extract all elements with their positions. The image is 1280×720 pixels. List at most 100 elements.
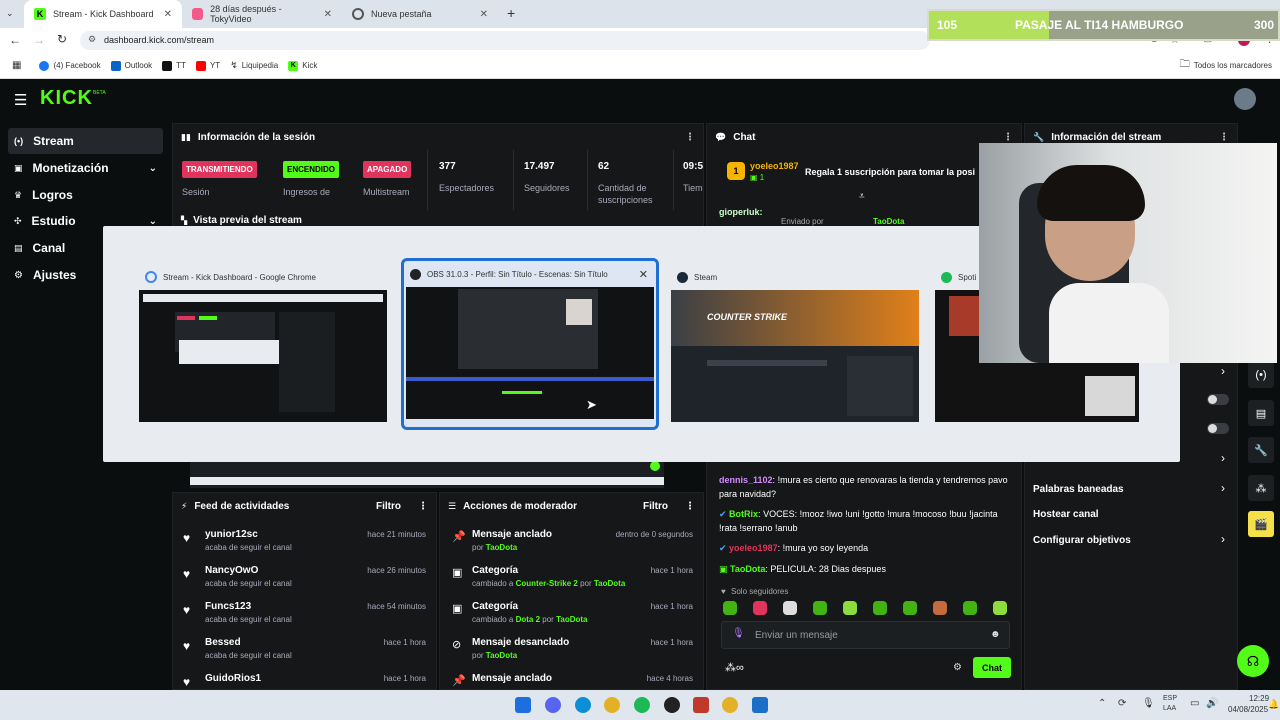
tray-chevron-icon[interactable]: ⌃	[1098, 698, 1106, 709]
all-bookmarks[interactable]: 🗀 Todos los marcadores	[1180, 57, 1272, 74]
more-options-icon[interactable]: ⋮	[685, 501, 695, 512]
start-icon[interactable]	[515, 697, 531, 713]
emote-icon[interactable]	[963, 601, 977, 615]
bookmark-facebook[interactable]: (4) Facebook	[39, 60, 101, 71]
switcher-window-steam[interactable]: Steam COUNTER STRIKE	[671, 264, 921, 424]
mod-detail-name[interactable]: TaoDota	[486, 651, 517, 660]
back-icon[interactable]: ←	[9, 33, 21, 47]
rail-broadcast-button[interactable]: (•)	[1248, 362, 1274, 388]
sidebar-item-stream[interactable]: (•) Stream	[8, 128, 163, 154]
bookmark-outlook[interactable]: Outlook	[110, 60, 152, 71]
chat-username[interactable]: dennis_1102	[719, 475, 773, 485]
send-chat-button[interactable]: Chat	[973, 657, 1011, 678]
edge-icon[interactable]	[575, 697, 591, 713]
chat-settings-icon[interactable]: ⚙	[953, 662, 962, 673]
bookmark-yt[interactable]: YT	[195, 60, 220, 71]
mod-detail-name[interactable]: TaoDota	[486, 543, 517, 552]
more-options-icon[interactable]: ⋮	[1219, 132, 1229, 143]
emote-icon[interactable]	[873, 601, 887, 615]
obs-icon[interactable]	[664, 697, 680, 713]
emote-icon[interactable]	[753, 601, 767, 615]
chat-username[interactable]: BotRix	[729, 509, 758, 519]
emote-icon[interactable]	[993, 601, 1007, 615]
more-options-icon[interactable]: ⋮	[418, 501, 428, 512]
tab-tokyvideo[interactable]: 28 días después - TokyVideo ✕	[182, 0, 342, 28]
support-button[interactable]: ☊	[1237, 645, 1269, 677]
notifications-icon[interactable]: 🔔	[1268, 699, 1279, 710]
menu-item-hostear-canal[interactable]: Hostear canal	[1025, 506, 1237, 526]
user-avatar[interactable]	[1234, 88, 1256, 110]
volume-tray-icon[interactable]: 🔊	[1206, 698, 1218, 709]
chevron-right-icon[interactable]: ›	[1221, 451, 1225, 465]
switcher-window-obs[interactable]: OBS 31.0.3 - Perfil: Sin Título - Escena…	[401, 258, 659, 430]
menu-item-palabras-baneadas[interactable]: Palabras baneadas ›	[1025, 481, 1237, 501]
chat-username[interactable]: gioperluk:	[719, 207, 763, 217]
close-icon[interactable]: ✕	[164, 9, 172, 20]
more-options-icon[interactable]: ⋮	[1003, 132, 1013, 143]
points-infinity-icon[interactable]: ⁂∞	[725, 661, 744, 674]
emoji-icon[interactable]: ☻	[990, 629, 1001, 640]
rail-tools-button[interactable]: 🔧	[1248, 437, 1274, 463]
sent-by-user[interactable]: TaoDota	[873, 217, 904, 226]
emote-icon[interactable]	[933, 601, 947, 615]
sidebar-item-monetizacion[interactable]: ▣ Monetización ⌄	[8, 155, 163, 181]
filter-button[interactable]: Filtro	[643, 501, 668, 512]
url-field[interactable]: ⚙ dashboard.kick.com/stream	[80, 31, 930, 50]
emote-icon[interactable]	[783, 601, 797, 615]
feed-username[interactable]: Funcs123	[205, 601, 251, 612]
collapse-icon[interactable]: ⩡	[859, 191, 865, 202]
chrome-icon[interactable]	[604, 697, 620, 713]
monitor-tray-icon[interactable]: ▭	[1190, 698, 1199, 709]
chat-username[interactable]: yoeleo1987	[750, 161, 799, 171]
lang-code[interactable]: ESP	[1163, 695, 1177, 702]
filter-button[interactable]: Filtro	[376, 501, 401, 512]
network-tray-icon[interactable]: ⟳	[1118, 698, 1126, 709]
toggle-switch[interactable]	[1207, 394, 1229, 405]
switcher-window-chrome[interactable]: Stream - Kick Dashboard - Google Chrome	[139, 264, 389, 424]
chat-username[interactable]: yoeleo1987	[729, 543, 778, 553]
tab-new[interactable]: Nueva pestaña ✕	[342, 0, 498, 28]
more-options-icon[interactable]: ⋮	[685, 132, 695, 143]
rail-layout-button[interactable]: ▤	[1248, 400, 1274, 426]
close-icon[interactable]: ✕	[639, 268, 648, 281]
game-icon[interactable]	[693, 697, 709, 713]
rail-points-button[interactable]: ⁂	[1248, 475, 1274, 501]
reload-icon[interactable]: ↻	[57, 32, 67, 46]
mod-detail-by[interactable]: TaoDota	[556, 615, 587, 624]
toggle-switch[interactable]	[1207, 423, 1229, 434]
bookmark-kick[interactable]: K Kick	[288, 60, 317, 71]
site-info-icon[interactable]: ⚙	[88, 34, 96, 45]
emote-icon[interactable]	[813, 601, 827, 615]
chat-input[interactable]: 🎙 Enviar un mensaje ☻	[721, 621, 1010, 649]
chat-username[interactable]: TaoDota	[730, 564, 765, 574]
clock-time[interactable]: 12:29	[1249, 694, 1269, 703]
bookmark-tt[interactable]: TT	[162, 60, 186, 71]
mod-detail-name[interactable]: Counter-Strike 2	[516, 579, 578, 588]
rail-clip-button[interactable]: 🎬	[1248, 511, 1274, 537]
apps-icon[interactable]: ▦	[12, 60, 21, 71]
new-tab-icon[interactable]: +	[507, 5, 515, 21]
menu-item-configurar-objetivos[interactable]: Configurar objetivos ›	[1025, 532, 1237, 552]
chevron-right-icon[interactable]: ›	[1221, 364, 1225, 378]
feed-username[interactable]: Bessed	[205, 637, 241, 648]
feed-username[interactable]: GuidoRios1	[205, 673, 261, 684]
forward-icon[interactable]: →	[33, 33, 45, 47]
close-icon[interactable]: ✕	[480, 9, 488, 20]
feed-username[interactable]: yunior12sc	[205, 529, 258, 540]
spotify-icon[interactable]	[634, 697, 650, 713]
clock-date[interactable]: 04/08/2025	[1228, 705, 1268, 714]
hamburger-menu-icon[interactable]: ☰	[14, 91, 27, 109]
mod-detail-by[interactable]: TaoDota	[594, 579, 625, 588]
discord-icon[interactable]	[545, 697, 561, 713]
sidebar-item-logros[interactable]: ♛ Logros	[8, 182, 163, 208]
mod-detail-name[interactable]: Dota 2	[516, 615, 540, 624]
emote-icon[interactable]	[723, 601, 737, 615]
feed-username[interactable]: NancyOwO	[205, 565, 258, 576]
emote-icon[interactable]	[843, 601, 857, 615]
close-icon[interactable]: ✕	[324, 9, 332, 20]
tab-kick-dashboard[interactable]: K Stream - Kick Dashboard ✕	[24, 0, 182, 28]
tab-search-icon[interactable]: ⌄	[6, 8, 14, 19]
bookmark-liquipedia[interactable]: ↯ Liquipedia	[230, 60, 278, 71]
mic-tray-icon[interactable]: 🎙	[1142, 698, 1155, 709]
chrome-profile-icon[interactable]	[722, 697, 738, 713]
